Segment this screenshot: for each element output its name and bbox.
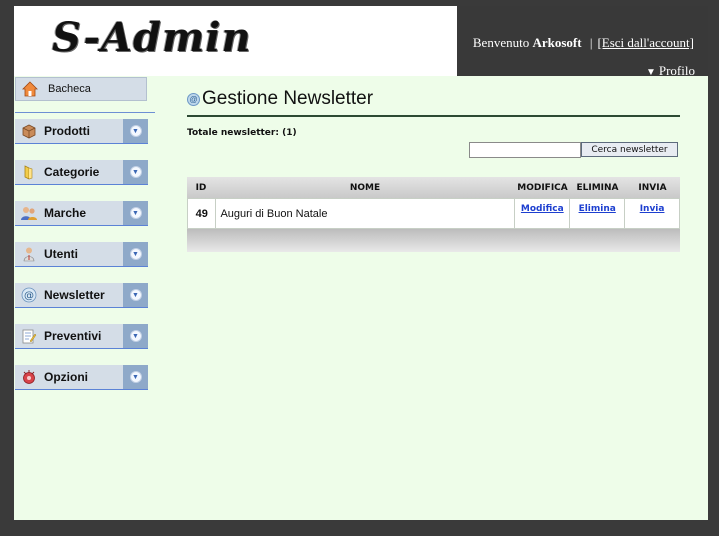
column-header-nome: NOME — [349, 182, 381, 193]
sidebar-item-label: Opzioni — [44, 370, 88, 384]
table-header: ID NOME MODIFICA ELIMINA INVIA — [187, 177, 680, 198]
page-title: Gestione Newsletter — [202, 88, 374, 109]
sidebar-item-utenti[interactable]: Utenti ▼ — [15, 242, 148, 267]
table-row: 49 Auguri di Buon Natale Modifica Elimin… — [187, 198, 680, 229]
sidebar-item-categorie[interactable]: Categorie ▼ — [15, 160, 148, 185]
expand-button[interactable]: ▼ — [123, 283, 148, 307]
folder-icon — [20, 163, 38, 181]
sidebar-item-label: Prodotti — [44, 124, 90, 138]
box-icon — [20, 122, 38, 140]
header-user-area: Benvenuto Arkosoft | [Esci dall'account] … — [457, 6, 708, 79]
sidebar-item-label: Utenti — [44, 247, 78, 261]
title-row: @ Gestione Newsletter — [187, 86, 680, 112]
newsletter-icon: @ — [187, 92, 200, 106]
column-header-modifica: MODIFICA — [517, 182, 568, 193]
sidebar-item-preventivi[interactable]: Preventivi ▼ — [15, 324, 148, 349]
expand-button[interactable]: ▼ — [123, 201, 148, 225]
delete-link[interactable]: Elimina — [579, 204, 616, 214]
sidebar-item-label: Newsletter — [44, 288, 105, 302]
user-icon — [20, 245, 38, 263]
expand-button[interactable]: ▼ — [123, 119, 148, 143]
search-row: Cerca newsletter — [187, 142, 680, 162]
cell-elimina: Elimina — [570, 199, 626, 228]
title-divider — [187, 115, 680, 117]
sidebar-item-label: Preventivi — [44, 329, 102, 343]
sidebar-item-label: Categorie — [44, 165, 100, 179]
sidebar: Bacheca Prodotti ▼ Categorie ▼ Marche ▼ — [15, 77, 155, 390]
chevron-down-icon: ▼ — [129, 330, 142, 342]
sidebar-item-opzioni[interactable]: Opzioni ▼ — [15, 365, 148, 390]
welcome-text: Benvenuto Arkosoft | [Esci dall'account] — [473, 35, 694, 51]
main-content: @ Gestione Newsletter Totale newsletter:… — [187, 86, 680, 252]
edit-link[interactable]: Modifica — [521, 204, 564, 214]
column-header-id: ID — [195, 182, 207, 193]
sidebar-item-bacheca[interactable]: Bacheca — [15, 77, 147, 101]
column-header-invia: INVIA — [638, 182, 667, 193]
users-icon — [20, 204, 38, 222]
home-icon — [21, 80, 39, 98]
sidebar-item-prodotti[interactable]: Prodotti ▼ — [15, 119, 148, 144]
cell-invia: Invia — [625, 199, 679, 228]
separator: | — [589, 35, 593, 50]
logo: S-Admin — [52, 14, 252, 61]
welcome-prefix: Benvenuto — [472, 35, 530, 50]
profile-menu[interactable]: ▼ Profilo — [646, 63, 695, 79]
svg-text:@: @ — [24, 291, 34, 302]
expand-button[interactable]: ▼ — [123, 242, 148, 266]
newsletter-table: ID NOME MODIFICA ELIMINA INVIA 49 Auguri… — [187, 177, 680, 252]
expand-button[interactable]: ▼ — [123, 324, 148, 348]
chevron-down-icon: ▼ — [129, 371, 142, 383]
notepad-icon — [20, 327, 38, 345]
chevron-down-icon: ▼ — [129, 289, 142, 301]
chevron-down-icon: ▼ — [129, 166, 142, 178]
logout-link[interactable]: [Esci dall'account] — [597, 35, 694, 50]
send-link[interactable]: Invia — [640, 204, 665, 214]
at-icon: @ — [20, 286, 38, 304]
sidebar-item-newsletter[interactable]: @ Newsletter ▼ — [15, 283, 148, 308]
triangle-down-icon: ▼ — [645, 67, 656, 78]
chevron-down-icon: ▼ — [129, 248, 142, 260]
header-logo-area: S-Admin — [14, 6, 457, 76]
username: Arkosoft — [532, 35, 582, 50]
cell-name: Auguri di Buon Natale — [216, 199, 516, 228]
sidebar-item-label: Marche — [44, 206, 87, 220]
divider — [15, 112, 155, 113]
chevron-down-icon: ▼ — [129, 207, 142, 219]
sidebar-item-marche[interactable]: Marche ▼ — [15, 201, 148, 226]
cell-id: 49 — [188, 199, 217, 228]
table-footer — [187, 229, 680, 252]
chevron-down-icon: ▼ — [129, 125, 142, 137]
total-count: Totale newsletter: (1) — [187, 128, 297, 138]
profile-label: Profilo — [658, 63, 695, 78]
cell-modifica: Modifica — [515, 199, 571, 228]
column-header-elimina: ELIMINA — [576, 182, 619, 193]
expand-button[interactable]: ▼ — [123, 365, 148, 389]
search-input[interactable] — [469, 142, 581, 158]
search-button[interactable]: Cerca newsletter — [581, 142, 678, 157]
app-frame: S-Admin Benvenuto Arkosoft | [Esci dall'a… — [14, 6, 708, 520]
expand-button[interactable]: ▼ — [123, 160, 148, 184]
sidebar-item-label: Bacheca — [48, 83, 91, 95]
options-icon — [20, 368, 38, 386]
